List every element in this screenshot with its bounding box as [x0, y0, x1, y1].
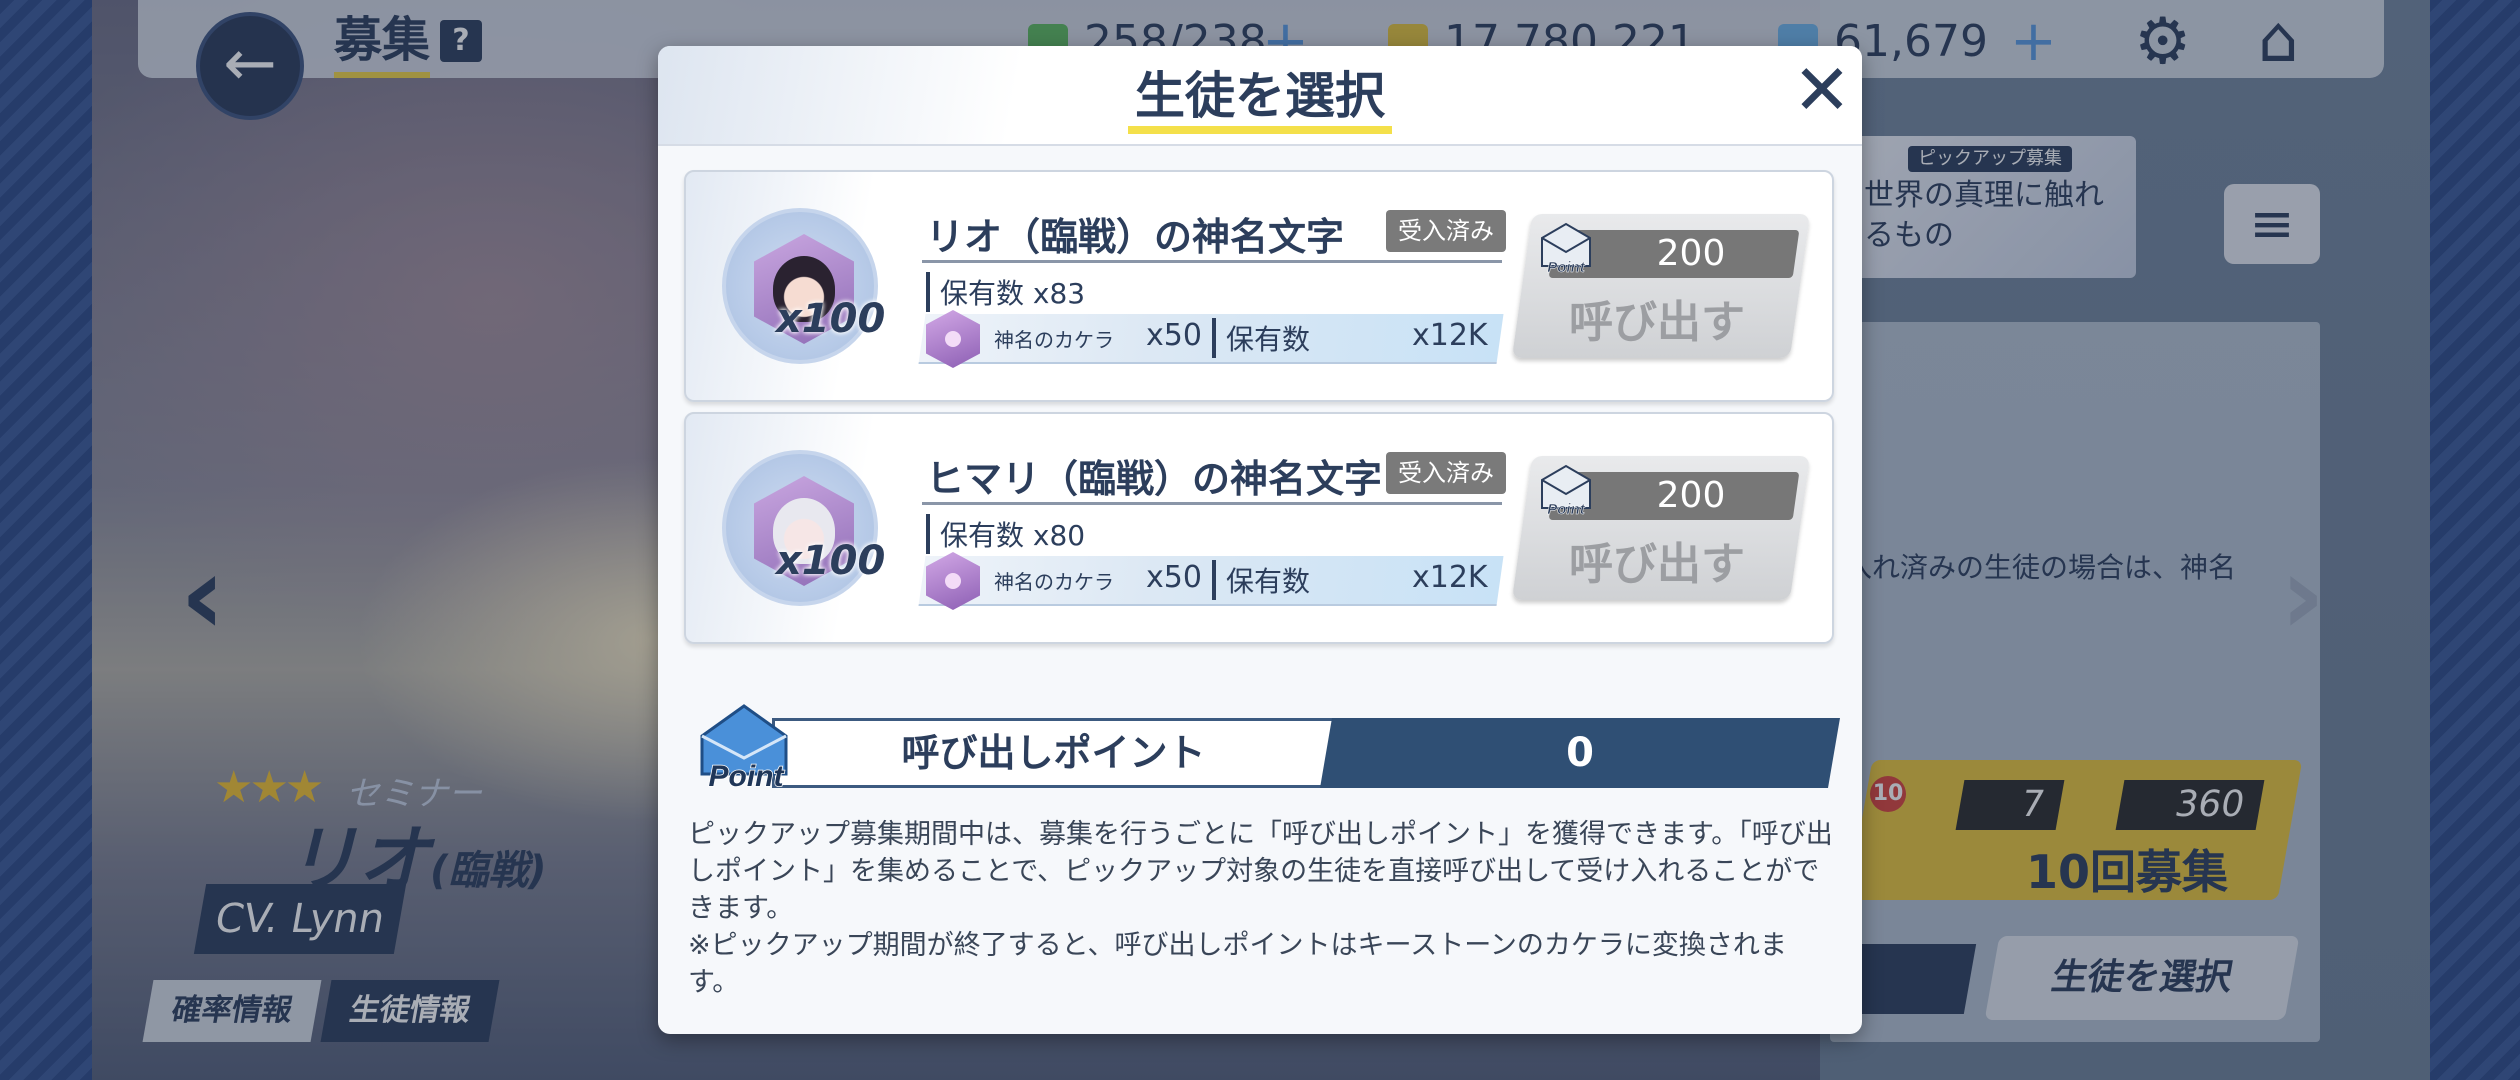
owned-count: 保有数 x80 [926, 514, 1085, 554]
reward-quantity: x100 [776, 538, 886, 584]
point-icon-label: Point [1547, 501, 1585, 518]
material-owned-label: 保有数 [1212, 560, 1310, 600]
dialog-title: 生徒を選択 [1128, 64, 1392, 134]
item-name: ヒマリ（臨戦）の神名文字 [926, 457, 1383, 501]
call-button-label: 呼び出す [1569, 539, 1745, 590]
material-quantity: x50 [1146, 560, 1202, 595]
point-envelope-icon: Point [1541, 222, 1591, 276]
material-owned-value: x12K [1412, 318, 1488, 353]
received-badge: 受入済み [1386, 210, 1506, 252]
material-quantity: x50 [1146, 318, 1202, 353]
material-owned-value: x12K [1412, 560, 1488, 595]
point-icon-label: Point [709, 760, 786, 792]
call-point-label: 呼び出しポイント [772, 718, 1332, 788]
call-button-label: 呼び出す [1569, 297, 1745, 348]
point-icon-label: Point [1547, 259, 1585, 276]
material-name: 神名のカケラ [994, 570, 1114, 594]
material-name: 神名のカケラ [994, 328, 1114, 352]
owned-count: 保有数 x83 [926, 272, 1085, 312]
received-badge: 受入済み [1386, 452, 1506, 494]
item-name: リオ（臨戦）の神名文字 [926, 215, 1345, 259]
description-line-2: ※ピックアップ期間が終了すると、呼び出しポイントはキーストーンのカケラに変換され… [688, 930, 1787, 998]
student-card-rio: x100 リオ（臨戦）の神名文字 受入済み 保有数 x83 神名のカケラ x50… [684, 170, 1834, 402]
close-icon[interactable]: ✕ [1790, 55, 1854, 125]
point-envelope-icon: Point [1541, 464, 1591, 518]
description-line-1: ピックアップ募集期間中は、募集を行うごとに「呼び出しポイント」を獲得できます。「… [688, 819, 1833, 924]
material-owned-label: 保有数 [1212, 318, 1310, 358]
student-card-himari: x100 ヒマリ（臨戦）の神名文字 受入済み 保有数 x80 神名のカケラ x5… [684, 412, 1834, 644]
dialog-header: 生徒を選択 ✕ [658, 46, 1862, 146]
reward-quantity: x100 [776, 296, 886, 342]
select-student-dialog: 生徒を選択 ✕ x100 リオ（臨戦）の神名文字 受入済み 保有数 x83 神名… [658, 46, 1862, 1034]
call-point-value: 0 [1320, 718, 1840, 788]
divider [922, 260, 1502, 263]
description: ピックアップ募集期間中は、募集を行うごとに「呼び出しポイント」を獲得できます。「… [688, 816, 1838, 1001]
divider [922, 502, 1502, 505]
call-point-row: 呼び出しポイント 0 Point [684, 700, 1834, 800]
point-envelope-icon: Point [700, 704, 788, 792]
call-cost: 200 [1656, 475, 1726, 516]
call-cost: 200 [1656, 233, 1726, 274]
